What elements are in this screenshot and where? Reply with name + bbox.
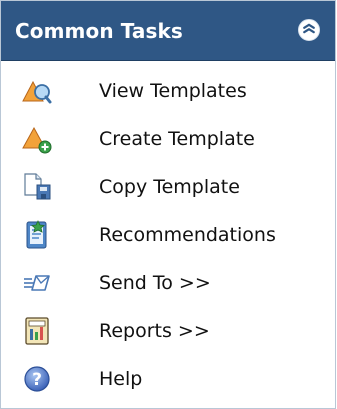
task-label: Copy Template — [99, 176, 240, 198]
task-label: Create Template — [99, 128, 255, 150]
task-label: View Templates — [99, 80, 247, 102]
reports-icon — [25, 317, 49, 345]
recommendations-icon — [26, 220, 47, 249]
create-template-icon — [22, 126, 52, 154]
task-label: Recommendations — [99, 224, 276, 246]
help-icon: ? — [24, 366, 50, 392]
task-create-template[interactable]: Create Template — [1, 115, 335, 163]
task-label: Send To >> — [99, 272, 211, 294]
view-templates-icon — [22, 80, 52, 104]
task-label: Help — [99, 368, 143, 390]
copy-template-icon — [24, 173, 51, 200]
panel-header[interactable]: Common Tasks — [1, 1, 335, 61]
task-recommendations[interactable]: Recommendations — [1, 211, 335, 259]
task-view-templates[interactable]: View Templates — [1, 67, 335, 115]
task-send-to[interactable]: Send To >> — [1, 259, 335, 307]
task-list: View Templates Create Template Copy Temp… — [1, 61, 335, 403]
panel-title: Common Tasks — [15, 18, 183, 43]
task-label: Reports >> — [99, 320, 210, 342]
task-reports[interactable]: Reports >> — [1, 307, 335, 355]
task-copy-template[interactable]: Copy Template — [1, 163, 335, 211]
double-chevron-up-icon[interactable] — [297, 18, 321, 42]
send-to-icon — [24, 275, 50, 291]
svg-text:?: ? — [32, 370, 42, 390]
task-help[interactable]: ? Help — [1, 355, 335, 403]
common-tasks-panel: Common Tasks View Templates Create Templ… — [0, 0, 336, 409]
